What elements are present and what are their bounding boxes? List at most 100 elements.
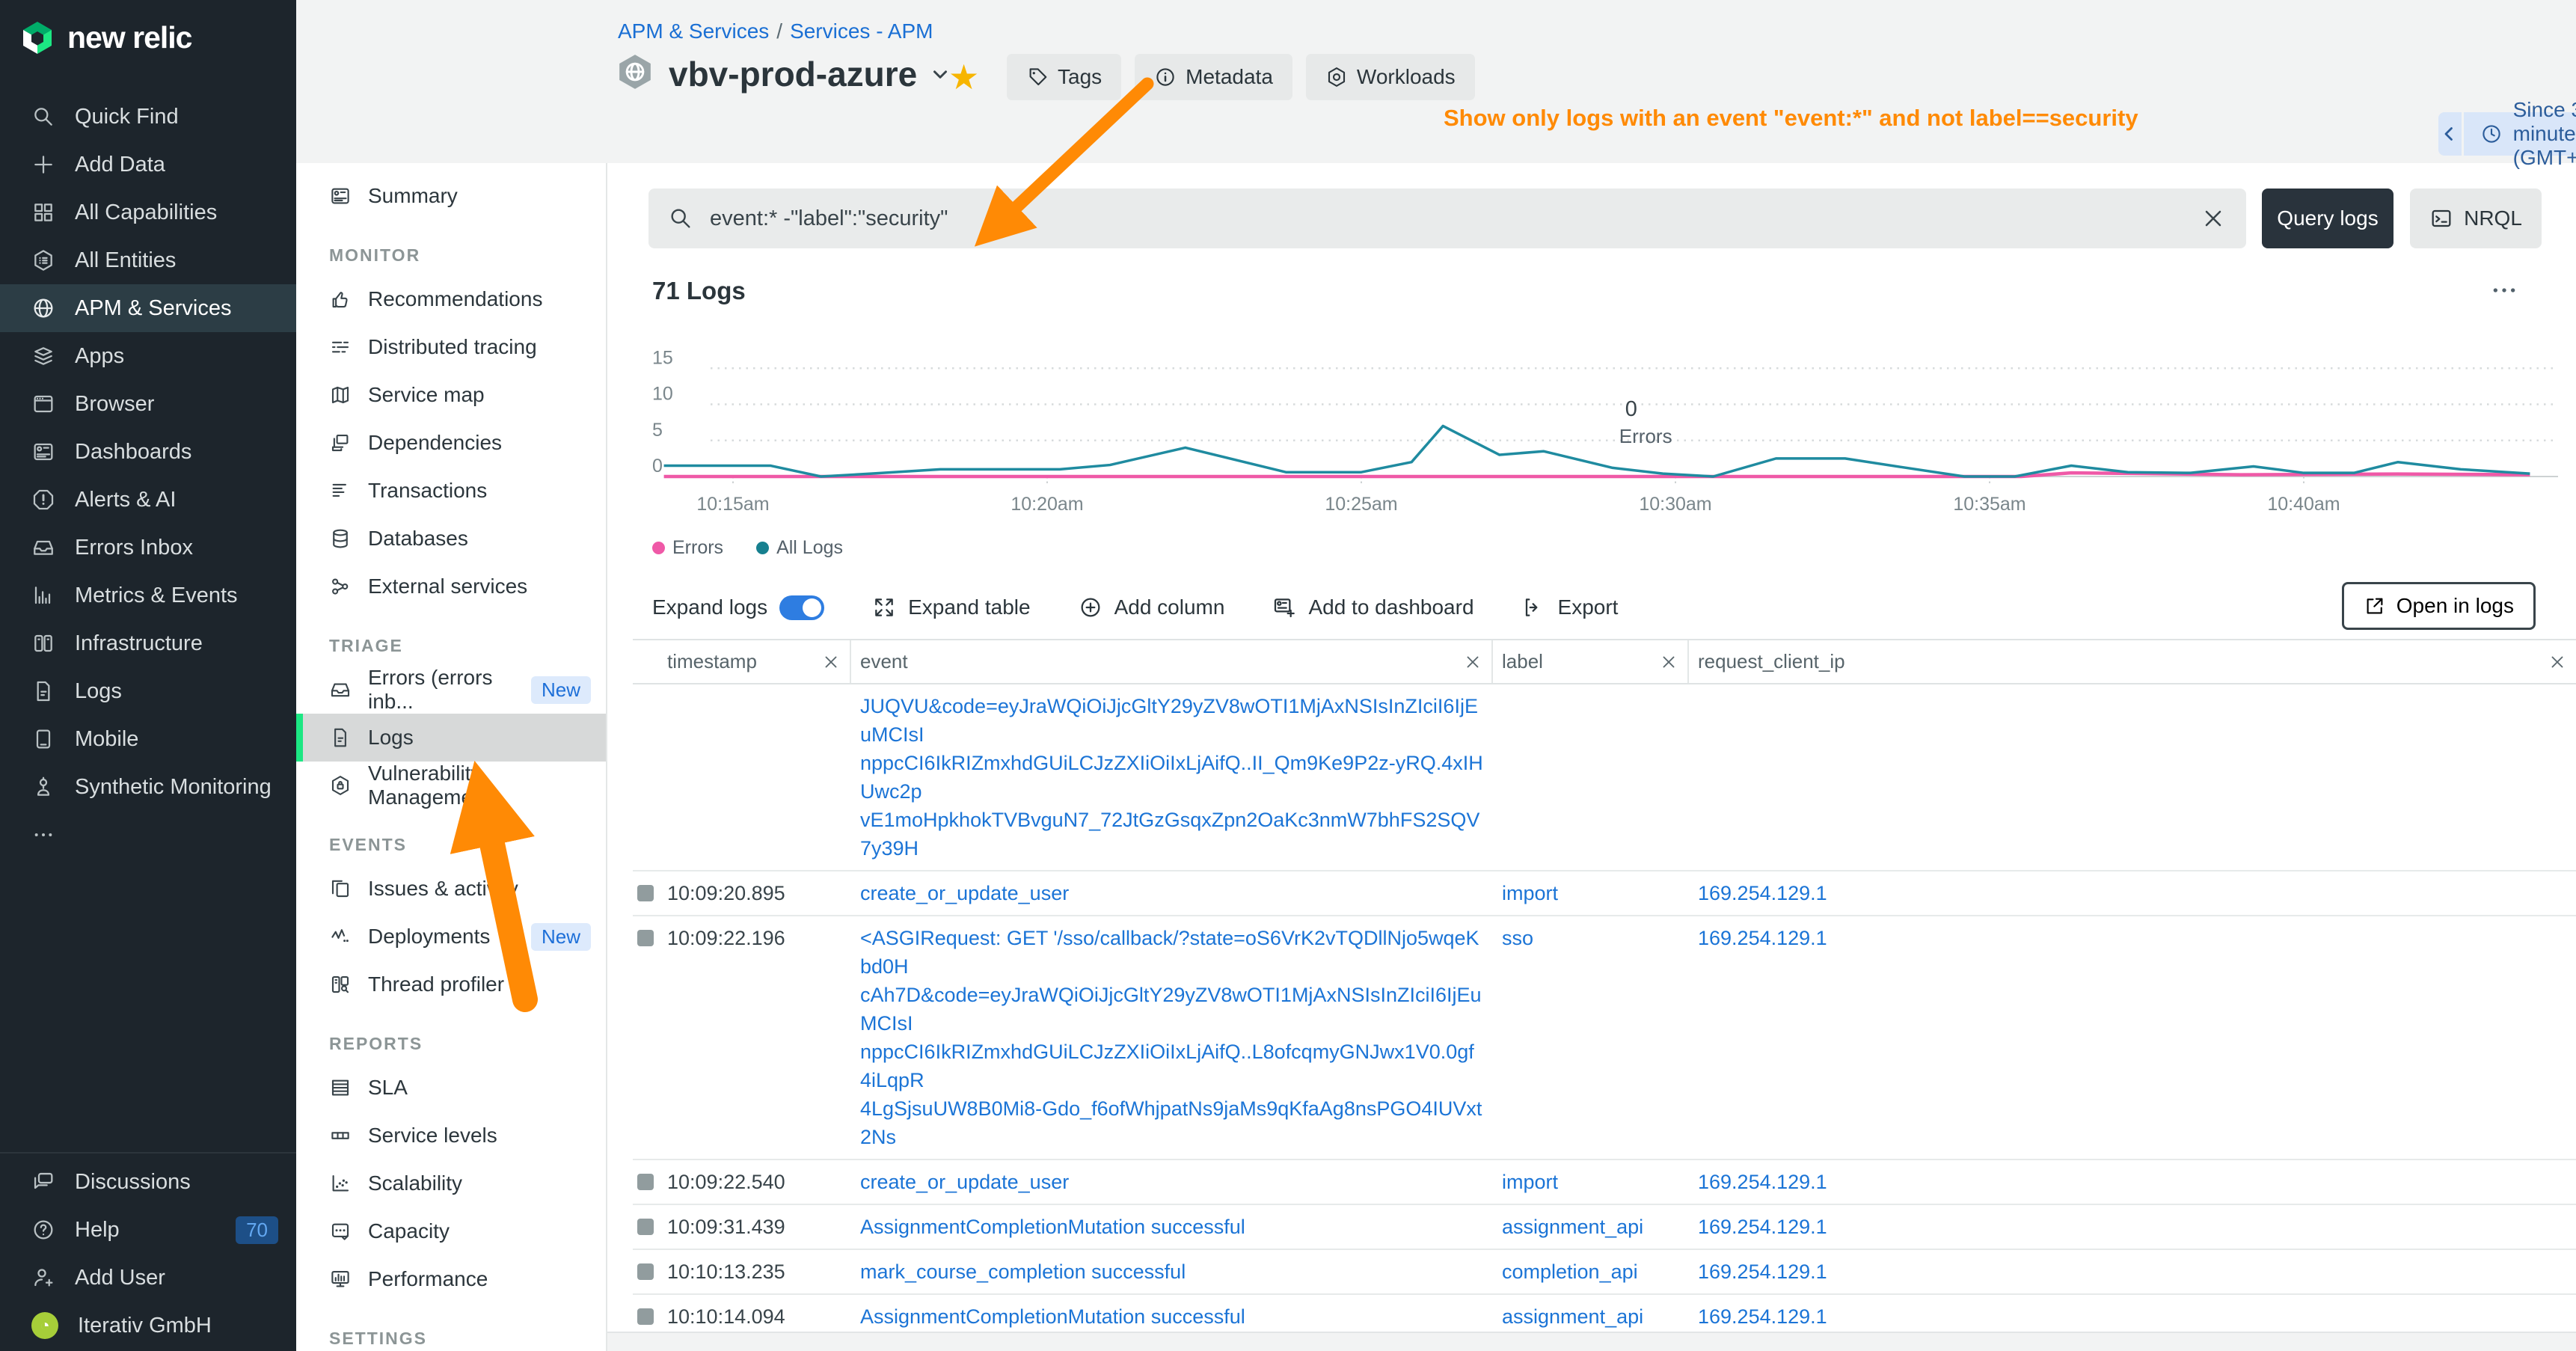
row-checkbox[interactable] [637,930,654,946]
event-link[interactable]: nppcCI6IkRIZmxhdGUiLCJzZXIiOiIxLjAifQ..I… [860,749,1484,806]
event-link[interactable]: 4LgSjsuUW8B0Mi8-Gdo_f6ofWhjpatNs9jaMs9qK… [860,1094,1484,1151]
sidebar-item-help[interactable]: Help70 [0,1206,296,1254]
header-cell-request_client_ip[interactable]: request_client_ip [1689,640,2576,683]
more-options-icon[interactable] [2489,275,2519,305]
sidenav-item-scalability[interactable]: Scalability [296,1159,606,1207]
sidenav-item-service-map[interactable]: Service map [296,371,606,419]
legend-item-all-logs[interactable]: All Logs [756,537,843,559]
label-link[interactable]: sso [1502,927,1533,949]
sidenav-item-logs[interactable]: Logs [296,714,606,762]
header-cell-label[interactable]: label [1493,640,1689,683]
logs-query-input[interactable] [710,206,2183,231]
sidebar-item-browser[interactable]: Browser [0,380,296,428]
tags-button[interactable]: Tags [1007,54,1121,100]
label-link[interactable]: import [1502,882,1558,904]
ip-link[interactable]: 169.254.129.1 [1698,1305,1827,1328]
sidebar-item-more[interactable] [0,811,296,859]
sidenav-item-performance[interactable]: Performance [296,1255,606,1303]
add-to-dashboard-button[interactable]: Add to dashboard [1272,595,1473,619]
sidenav-item-thread-profiler[interactable]: Thread profiler [296,961,606,1008]
ip-link[interactable]: 169.254.129.1 [1698,1171,1827,1193]
sidebar-item-mobile[interactable]: Mobile [0,715,296,763]
remove-column-icon[interactable] [821,652,841,672]
legend-item-errors[interactable]: Errors [652,537,723,559]
expand-table-button[interactable]: Expand table [872,595,1030,619]
sidenav-item-recommendations[interactable]: Recommendations [296,275,606,323]
remove-column-icon[interactable] [1463,652,1482,672]
sidebar-item-all-capabilities[interactable]: All Capabilities [0,189,296,236]
add-column-button[interactable]: Add column [1079,595,1225,619]
time-range-prev-button[interactable] [2438,112,2462,156]
event-link[interactable]: JUQVU&code=eyJraWQiOiJjcGltY29yZV8wOTI1M… [860,692,1484,749]
sidenav-item-distributed-tracing[interactable]: Distributed tracing [296,323,606,371]
expand-logs-toggle[interactable] [779,595,824,620]
sidebar-item-all-entities[interactable]: All Entities [0,236,296,284]
breadcrumb-services-apm[interactable]: Services - APM [790,19,933,43]
entity-name[interactable]: vbv-prod-azure [669,54,917,94]
sidenav-item-deployments[interactable]: DeploymentsNew [296,913,606,961]
label-link[interactable]: assignment_api [1502,1216,1643,1238]
ip-link[interactable]: 169.254.129.1 [1698,882,1827,904]
sidenav-item-dependencies[interactable]: Dependencies [296,419,606,467]
sidebar-item-alerts-ai[interactable]: Alerts & AI [0,476,296,524]
event-link[interactable]: AssignmentCompletionMutation successful [860,1213,1484,1241]
ip-link[interactable]: 169.254.129.1 [1698,1216,1827,1238]
event-link[interactable]: cAh7D&code=eyJraWQiOiJjcGltY29yZV8wOTI1M… [860,981,1484,1038]
row-checkbox[interactable] [637,1174,654,1190]
sidebar-item-errors-inbox[interactable]: Errors Inbox [0,524,296,572]
sidebar-item-logs[interactable]: Logs [0,667,296,715]
inbox-icon [329,678,352,701]
nrql-button[interactable]: NRQL [2410,189,2542,248]
breadcrumb-apm-services[interactable]: APM & Services [618,19,769,43]
sidebar-item-apps[interactable]: Apps [0,332,296,380]
sidebar-item-discussions[interactable]: Discussions [0,1158,296,1206]
sidenav-item-databases[interactable]: Databases [296,515,606,563]
ip-link[interactable]: 169.254.129.1 [1698,1260,1827,1283]
query-logs-button[interactable]: Query logs [2262,189,2393,248]
favorite-star-icon[interactable]: ★ [948,57,979,97]
sidebar-item-metrics-events[interactable]: Metrics & Events [0,572,296,619]
sidenav-item-summary[interactable]: Summary [296,172,606,220]
sidebar-item-add-data[interactable]: Add Data [0,141,296,189]
event-link[interactable]: vE1moHpkhokTVBvguN7_72JtGzGsqxZpn2OaKc3n… [860,806,1484,863]
label-link[interactable]: assignment_api [1502,1305,1643,1328]
sidebar-item-infrastructure[interactable]: Infrastructure [0,619,296,667]
sidebar-item-iterativ-gmbh[interactable]: ◔Iterativ GmbH [0,1302,296,1350]
clear-query-icon[interactable] [2200,205,2227,232]
export-button[interactable]: Export [1522,595,1619,619]
sidenav-item-sla[interactable]: SLA [296,1064,606,1112]
row-checkbox[interactable] [637,1308,654,1325]
sidenav-item-transactions[interactable]: Transactions [296,467,606,515]
header-cell-event[interactable]: event [851,640,1493,683]
sidenav-item-capacity[interactable]: Capacity [296,1207,606,1255]
row-checkbox[interactable] [637,885,654,901]
sidebar-item-synthetic-monitoring[interactable]: Synthetic Monitoring [0,763,296,811]
ip-link[interactable]: 169.254.129.1 [1698,927,1827,949]
event-link[interactable]: create_or_update_user [860,879,1484,907]
row-checkbox[interactable] [637,1263,654,1280]
sidebar-item-add-user[interactable]: Add User [0,1254,296,1302]
sidebar-item-quick-find[interactable]: Quick Find [0,93,296,141]
sidenav-item-issues-activity[interactable]: Issues & activity [296,865,606,913]
metadata-button[interactable]: Metadata [1135,54,1292,100]
header-cell-timestamp[interactable]: timestamp [658,640,851,683]
sidenav-item-vulnerability-management[interactable]: Vulnerability Management [296,762,606,809]
sidenav-item-external-services[interactable]: External services [296,563,606,610]
event-link[interactable]: nppcCI6IkRIZmxhdGUiLCJzZXIiOiIxLjAifQ..L… [860,1038,1484,1094]
event-link[interactable]: <ASGIRequest: GET '/sso/callback/?state=… [860,924,1484,981]
time-range-dropdown[interactable]: Since 30 minutes ago (GMT+2) [2464,112,2576,156]
sidenav-item-service-levels[interactable]: Service levels [296,1112,606,1159]
sidebar-item-apm-services[interactable]: APM & Services [0,284,296,332]
label-link[interactable]: import [1502,1171,1558,1193]
event-link[interactable]: mark_course_completion successful [860,1257,1484,1286]
sidenav-item-errors-errors-inb-[interactable]: Errors (errors inb...New [296,666,606,714]
event-link[interactable]: AssignmentCompletionMutation successful [860,1302,1484,1331]
open-in-logs-button[interactable]: Open in logs [2342,582,2536,630]
remove-column-icon[interactable] [1659,652,1678,672]
sidebar-item-dashboards[interactable]: Dashboards [0,428,296,476]
event-link[interactable]: create_or_update_user [860,1168,1484,1196]
label-link[interactable]: completion_api [1502,1260,1638,1283]
row-checkbox[interactable] [637,1219,654,1235]
workloads-button[interactable]: Workloads [1306,54,1475,100]
remove-column-icon[interactable] [2548,652,2567,672]
